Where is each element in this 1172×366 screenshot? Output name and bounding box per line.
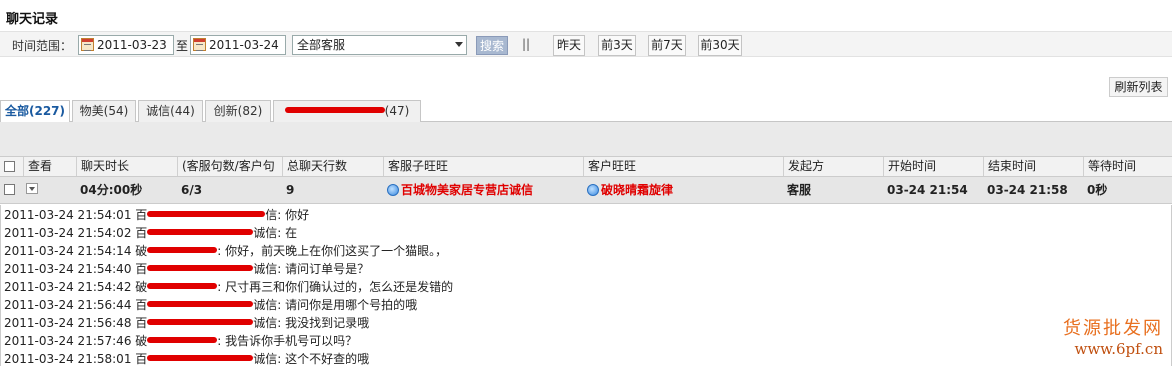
- cell-initiator: 客服: [787, 183, 812, 197]
- chat-message: 2011-03-24 21:54:01 百信: 你好: [4, 208, 310, 222]
- last-3-days-button[interactable]: 前3天: [598, 35, 636, 56]
- chevron-down-icon: [455, 42, 463, 47]
- table-row[interactable]: 04分:00秒 6/3 9 百城物美家居专营店诚信 破晓晴霜旋律 客服 03-2…: [0, 177, 1172, 204]
- calendar-icon[interactable]: [81, 38, 94, 51]
- calendar-icon[interactable]: [193, 38, 206, 51]
- chat-message: 2011-03-24 21:56:48 百诚信: 我没找到记录哦: [4, 316, 370, 330]
- col-duration: 聊天时长: [76, 157, 177, 176]
- date-to-input[interactable]: 2011-03-24: [190, 35, 286, 55]
- col-total-lines: 总聊天行数: [282, 157, 383, 176]
- last-30-days-button[interactable]: 前30天: [698, 35, 742, 56]
- watermark: 货源批发网 www.6pf.cn: [1063, 314, 1163, 358]
- cell-service-ww: 百城物美家居专营店诚信: [383, 177, 583, 203]
- tab-bar: 全部(227) 物美(54) 诚信(44) 创新(82) (47): [0, 99, 1172, 123]
- service-ww-text: 百城物美家居专营店诚信: [401, 183, 534, 197]
- col-wait-time: 等待时间: [1083, 157, 1172, 176]
- tab-chengxin[interactable]: 诚信(44): [138, 100, 203, 122]
- to-label: 至: [176, 39, 189, 53]
- row-checkbox[interactable]: [4, 184, 15, 195]
- watermark-url: www.6pf.cn: [1074, 340, 1164, 358]
- col-initiator: 发起方: [783, 157, 883, 176]
- cell-ratio: 6/3: [181, 183, 203, 197]
- chat-message: 2011-03-24 21:54:42 破: 尺寸再三和你们确认过的，怎么还是发…: [4, 280, 454, 294]
- grid-toolbar: [0, 122, 1172, 156]
- refresh-list-button[interactable]: 刷新列表: [1109, 77, 1168, 97]
- tab-store[interactable]: (47): [273, 100, 421, 122]
- chat-message: 2011-03-24 21:54:40 百诚信: 请问订单号是？: [4, 262, 370, 276]
- chat-log: 2011-03-24 21:54:01 百信: 你好 2011-03-24 21…: [0, 205, 1172, 366]
- col-customer-ww: 客户旺旺: [583, 157, 783, 176]
- date-from-input[interactable]: 2011-03-23: [78, 35, 174, 55]
- chat-message: 2011-03-24 21:56:44 百诚信: 请问你是用哪个号拍的哦: [4, 298, 418, 312]
- service-select[interactable]: 全部客服: [292, 35, 467, 55]
- chat-message: 2011-03-24 21:54:02 百诚信: 在: [4, 226, 298, 240]
- select-all-checkbox[interactable]: [4, 161, 15, 172]
- wangwang-icon[interactable]: [387, 184, 399, 196]
- filter-bar: 时间范围： 2011-03-23 至 2011-03-24 全部客服 搜索 ||…: [0, 31, 1172, 57]
- time-range-label: 时间范围：: [12, 39, 73, 53]
- cell-total-lines: 9: [286, 183, 295, 197]
- tab-wumei[interactable]: 物美(54): [72, 100, 136, 122]
- tab-store-count: (47): [384, 104, 410, 118]
- date-from-value: 2011-03-23: [97, 38, 167, 52]
- expand-row-icon[interactable]: [26, 183, 38, 194]
- redaction-mark: [284, 107, 385, 113]
- date-to-value: 2011-03-24: [209, 38, 279, 52]
- chat-message: 2011-03-24 21:58:01 百诚信: 这个不好查的哦: [4, 352, 370, 366]
- separator: ||: [522, 37, 531, 51]
- yesterday-button[interactable]: 昨天: [553, 35, 585, 56]
- wangwang-icon[interactable]: [587, 184, 599, 196]
- search-button[interactable]: 搜索: [476, 36, 508, 55]
- chat-message: 2011-03-24 21:54:14 破: 你好，前天晚上在你们这买了一个猫眼…: [4, 244, 448, 258]
- table-header: 查看 聊天时长 (客服句数/客户句 总聊天行数 客服子旺旺 客户旺旺 发起方 开…: [0, 156, 1172, 177]
- col-ratio: (客服句数/客户句: [177, 157, 282, 176]
- chat-message: 2011-03-24 21:57:46 破: 我告诉你手机号可以吗？: [4, 334, 358, 348]
- cell-customer-ww: 破晓晴霜旋律: [583, 177, 783, 203]
- last-7-days-button[interactable]: 前7天: [648, 35, 686, 56]
- cell-start-time: 03-24 21:54: [887, 183, 968, 197]
- cell-end-time: 03-24 21:58: [987, 183, 1068, 197]
- tab-all[interactable]: 全部(227): [0, 100, 70, 123]
- page-title: 聊天记录: [6, 12, 59, 27]
- cell-wait-time: 0秒: [1087, 183, 1108, 197]
- col-service-ww: 客服子旺旺: [383, 157, 583, 176]
- col-start-time: 开始时间: [883, 157, 983, 176]
- cell-duration: 04分:00秒: [80, 183, 143, 197]
- service-select-value: 全部客服: [297, 38, 346, 52]
- col-view: 查看: [23, 157, 76, 176]
- col-end-time: 结束时间: [983, 157, 1083, 176]
- watermark-title: 货源批发网: [1063, 318, 1163, 339]
- tab-chuangxin[interactable]: 创新(82): [205, 100, 271, 122]
- customer-ww-text: 破晓晴霜旋律: [601, 183, 674, 197]
